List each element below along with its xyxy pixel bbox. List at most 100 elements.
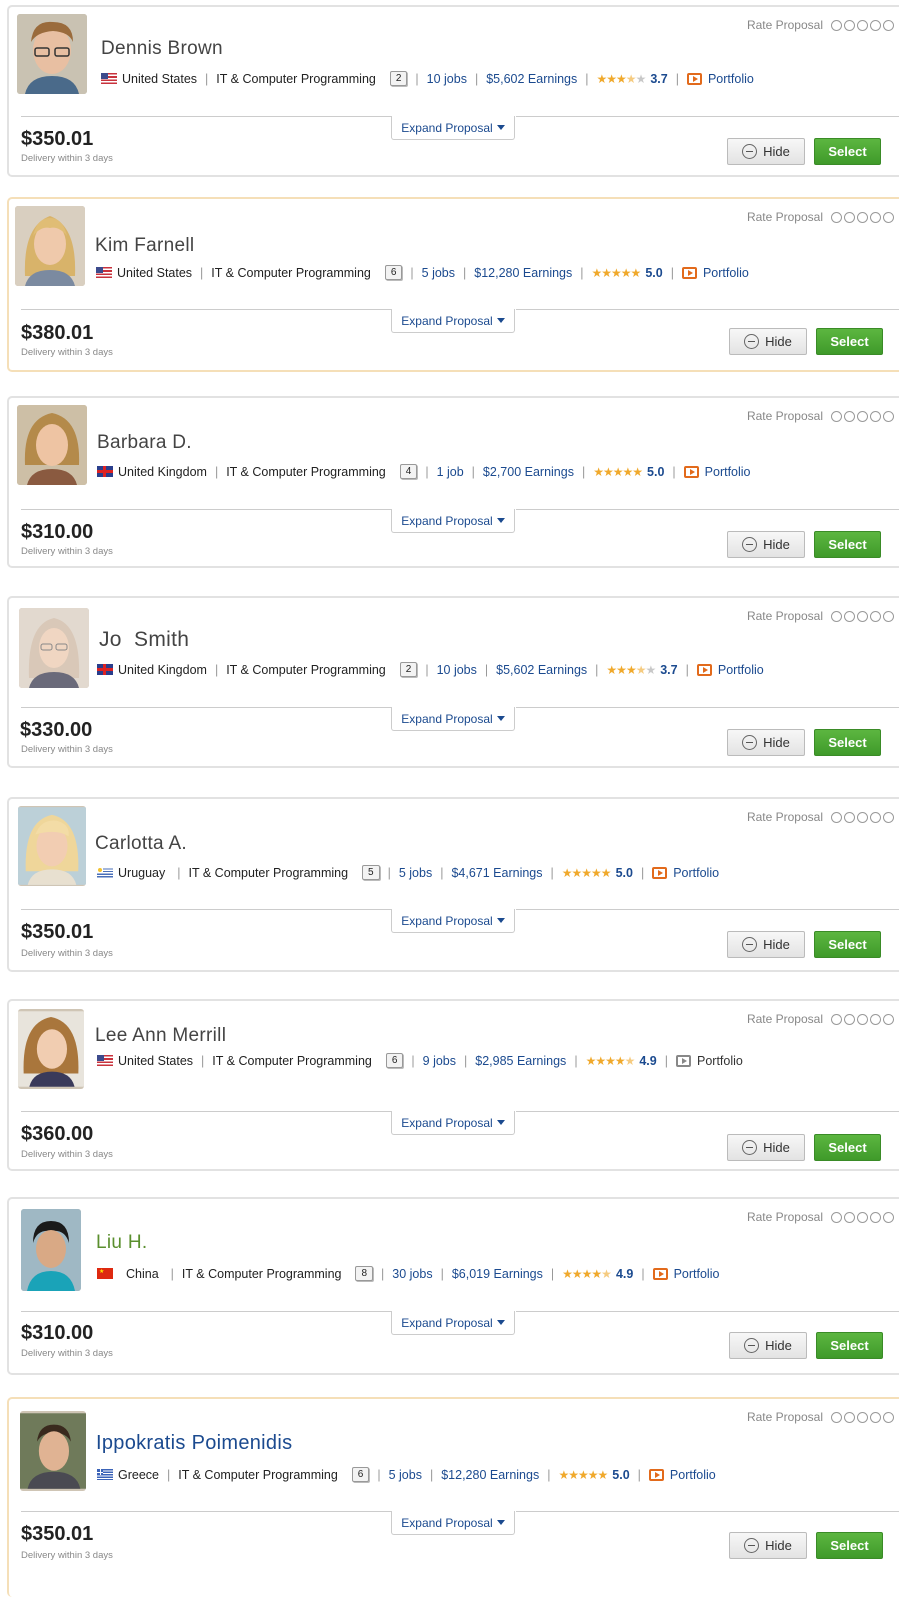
freelancer-name[interactable]: Carlotta A. [95, 833, 187, 855]
rating-circles[interactable] [831, 1211, 894, 1223]
expand-proposal-button[interactable]: Expand Proposal [391, 509, 515, 533]
jobs-link[interactable]: 10 jobs [427, 72, 467, 86]
select-button[interactable]: Select [816, 1332, 883, 1359]
avatar[interactable] [21, 1209, 81, 1291]
rate-proposal[interactable]: Rate Proposal [747, 210, 894, 224]
freelancer-name[interactable]: Kim Farnell [95, 235, 194, 257]
hide-button[interactable]: Hide [727, 729, 805, 756]
select-button[interactable]: Select [814, 138, 881, 165]
avatar[interactable] [18, 1009, 84, 1089]
portfolio-link[interactable]: Portfolio [718, 663, 764, 677]
rate-proposal[interactable]: Rate Proposal [747, 409, 894, 423]
rating-circles[interactable] [831, 1411, 894, 1423]
jobs-link[interactable]: 5 jobs [389, 1468, 422, 1482]
rate-proposal[interactable]: Rate Proposal [747, 1012, 894, 1026]
freelancer-name[interactable]: Liu H. [96, 1232, 147, 1254]
rate-proposal[interactable]: Rate Proposal [747, 609, 894, 623]
freelancer-name[interactable]: Barbara D. [97, 432, 192, 454]
chevron-down-icon [496, 125, 505, 130]
bid-price: $310.00 [21, 1322, 94, 1344]
rating-circles[interactable] [831, 211, 894, 223]
earnings-link[interactable]: $12,280 Earnings [441, 1468, 539, 1482]
chevron-down-icon [496, 918, 505, 923]
badge-count: 6 [351, 1467, 370, 1482]
avatar[interactable] [17, 14, 87, 94]
earnings-link[interactable]: $4,671 Earnings [451, 866, 542, 880]
rate-proposal[interactable]: Rate Proposal [747, 810, 894, 824]
jobs-link[interactable]: 9 jobs [423, 1054, 456, 1068]
hide-button[interactable]: Hide [727, 531, 805, 558]
jobs-link[interactable]: 1 job [437, 465, 464, 479]
portfolio-link[interactable]: Portfolio [703, 266, 749, 280]
earnings-link[interactable]: $2,700 Earnings [483, 465, 574, 479]
avatar[interactable] [18, 806, 86, 886]
expand-proposal-button[interactable]: Expand Proposal [391, 309, 515, 333]
star-rating-icon: ★★★★★ [562, 1266, 612, 1281]
freelancer-name[interactable]: Jo Smith [99, 628, 189, 652]
rate-proposal[interactable]: Rate Proposal [747, 1410, 894, 1424]
select-button[interactable]: Select [814, 729, 881, 756]
portfolio-link[interactable]: Portfolio [670, 1468, 716, 1482]
rating-circles[interactable] [831, 19, 894, 31]
portfolio-link[interactable]: Portfolio [697, 1054, 743, 1068]
expand-proposal-button[interactable]: Expand Proposal [391, 707, 515, 731]
rate-proposal[interactable]: Rate Proposal [747, 18, 894, 32]
portfolio-link[interactable]: Portfolio [708, 72, 754, 86]
jobs-link[interactable]: 30 jobs [392, 1267, 432, 1281]
avatar[interactable] [19, 608, 89, 688]
portfolio-icon [683, 465, 699, 478]
jobs-link[interactable]: 10 jobs [437, 663, 477, 677]
select-button[interactable]: Select [814, 931, 881, 958]
proposal-card: Barbara D. Rate Proposal United Kingdom |… [7, 396, 899, 568]
badge-count: 5 [362, 865, 380, 880]
expand-proposal-button[interactable]: Expand Proposal [391, 909, 515, 933]
freelancer-meta: United States | IT & Computer Programming… [97, 1053, 743, 1068]
hide-button[interactable]: Hide [729, 328, 807, 355]
rating-circles[interactable] [831, 610, 894, 622]
earnings-link[interactable]: $6,019 Earnings [452, 1267, 543, 1281]
hide-button[interactable]: Hide [729, 1532, 807, 1559]
expand-proposal-button[interactable]: Expand Proposal [391, 116, 515, 140]
select-button[interactable]: Select [816, 1532, 883, 1559]
divider [21, 509, 391, 510]
earnings-link[interactable]: $5,602 Earnings [486, 72, 577, 86]
star-rating-icon: ★★★★★ [596, 71, 647, 86]
rate-proposal[interactable]: Rate Proposal [747, 1210, 894, 1224]
avatar[interactable] [15, 206, 85, 286]
freelancer-name[interactable]: Lee Ann Merrill [95, 1025, 226, 1047]
divider [516, 309, 899, 310]
portfolio-link[interactable]: Portfolio [705, 465, 751, 479]
portfolio-link[interactable]: Portfolio [674, 1267, 720, 1281]
expand-proposal-button[interactable]: Expand Proposal [391, 1111, 515, 1135]
hide-button[interactable]: Hide [727, 931, 805, 958]
star-rating-icon: ★★★★★ [593, 464, 643, 479]
avatar[interactable] [17, 405, 87, 485]
avatar[interactable] [20, 1411, 86, 1491]
rating-circles[interactable] [831, 410, 894, 422]
freelancer-name[interactable]: Ippokratis Poimenidis [96, 1432, 292, 1455]
country: United Kingdom [118, 464, 207, 479]
select-button[interactable]: Select [814, 531, 881, 558]
rating-circles[interactable] [831, 811, 894, 823]
portfolio-link[interactable]: Portfolio [673, 866, 719, 880]
hide-button[interactable]: Hide [729, 1332, 807, 1359]
select-button[interactable]: Select [814, 1134, 881, 1161]
freelancer-name[interactable]: Dennis Brown [101, 38, 223, 60]
jobs-link[interactable]: 5 jobs [422, 266, 455, 280]
earnings-link[interactable]: $12,280 Earnings [474, 266, 572, 280]
expand-proposal-button[interactable]: Expand Proposal [391, 1311, 515, 1335]
minus-circle-icon [742, 735, 758, 750]
rating-circles[interactable] [831, 1013, 894, 1025]
rating-value: 4.9 [639, 1053, 657, 1068]
expand-proposal-button[interactable]: Expand Proposal [391, 1511, 515, 1535]
earnings-link[interactable]: $2,985 Earnings [475, 1054, 566, 1068]
rate-proposal-label: Rate Proposal [746, 1012, 823, 1026]
jobs-link[interactable]: 5 jobs [399, 866, 432, 880]
select-button[interactable]: Select [816, 328, 883, 355]
freelancer-meta: United States | IT & Computer Programming… [96, 265, 749, 280]
hide-button[interactable]: Hide [727, 1134, 805, 1161]
divider [21, 116, 391, 117]
hide-button[interactable]: Hide [727, 138, 805, 165]
earnings-link[interactable]: $5,602 Earnings [496, 663, 587, 677]
divider [516, 707, 899, 708]
